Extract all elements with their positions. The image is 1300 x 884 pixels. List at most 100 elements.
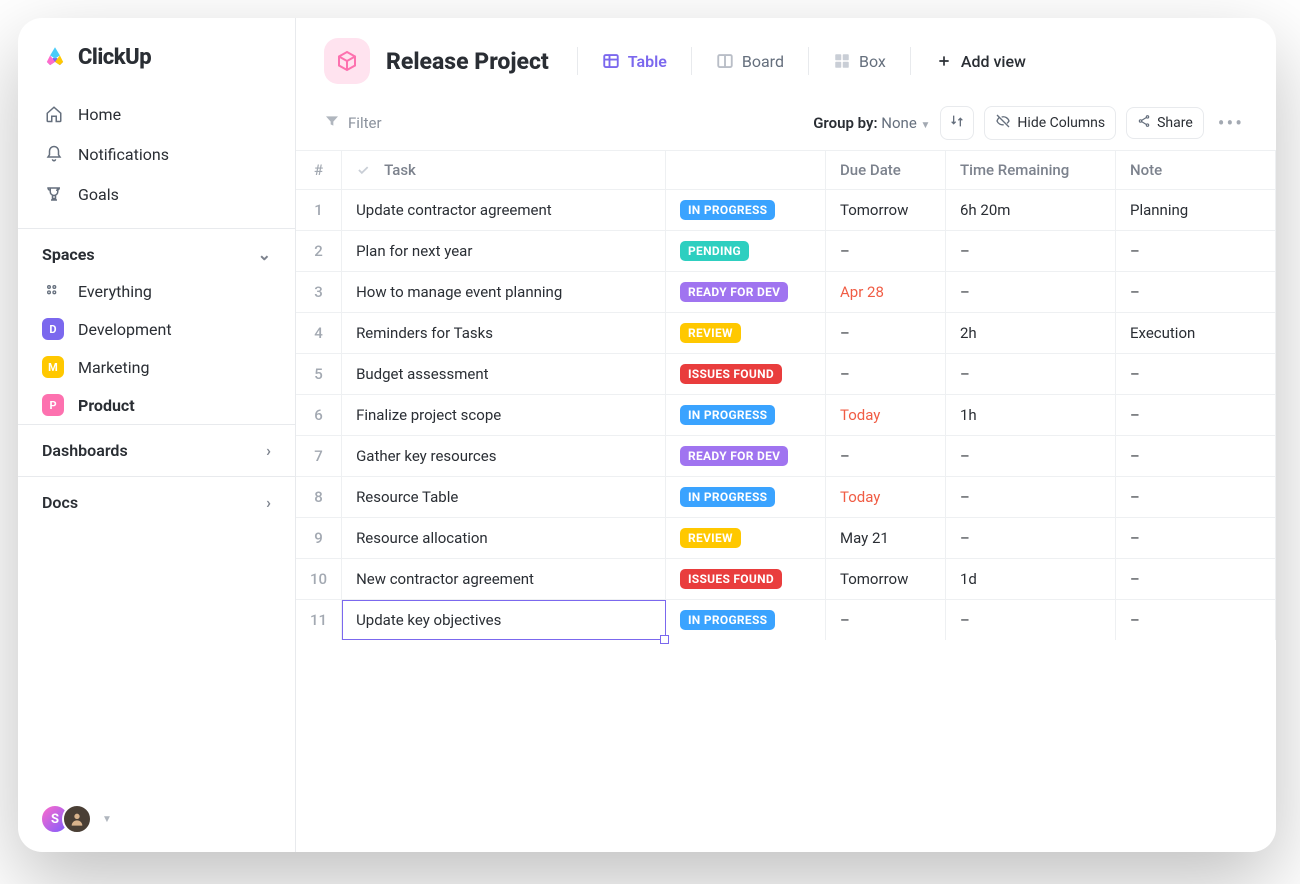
- cell-task[interactable]: Reminders for Tasks: [342, 313, 666, 354]
- logo[interactable]: ClickUp: [18, 32, 295, 90]
- table-row[interactable]: 9Resource allocationREVIEWMay 21––: [296, 518, 1276, 559]
- col-header-due[interactable]: Due Date: [826, 151, 946, 190]
- cell-time-remaining[interactable]: –: [946, 354, 1116, 395]
- cell-note[interactable]: –: [1116, 518, 1276, 559]
- space-item-development[interactable]: DDevelopment: [18, 310, 295, 348]
- filter-button[interactable]: Filter: [324, 113, 382, 133]
- cell-status[interactable]: REVIEW: [666, 518, 826, 559]
- cell-note[interactable]: –: [1116, 272, 1276, 313]
- cell-note[interactable]: –: [1116, 354, 1276, 395]
- cell-task[interactable]: New contractor agreement: [342, 559, 666, 600]
- cell-due-date[interactable]: Tomorrow: [826, 190, 946, 231]
- cell-note[interactable]: –: [1116, 477, 1276, 518]
- cell-time-remaining[interactable]: 1d: [946, 559, 1116, 600]
- sidebar-footer[interactable]: S ▼: [18, 786, 295, 852]
- cell-note[interactable]: –: [1116, 600, 1276, 641]
- cell-task[interactable]: How to manage event planning: [342, 272, 666, 313]
- table-row[interactable]: 7Gather key resourcesREADY FOR DEV–––: [296, 436, 1276, 477]
- sidebar-dashboards[interactable]: Dashboards ›: [18, 424, 295, 476]
- view-tab-table[interactable]: Table: [592, 46, 677, 77]
- col-header-task[interactable]: Task: [342, 151, 666, 190]
- cell-task[interactable]: Budget assessment: [342, 354, 666, 395]
- cell-status[interactable]: IN PROGRESS: [666, 395, 826, 436]
- view-tab-board[interactable]: Board: [706, 46, 794, 77]
- cell-note[interactable]: Execution: [1116, 313, 1276, 354]
- col-header-status[interactable]: [666, 151, 826, 190]
- cell-due-date[interactable]: Today: [826, 477, 946, 518]
- cell-status[interactable]: ISSUES FOUND: [666, 354, 826, 395]
- box-icon: [833, 52, 851, 70]
- spaces-header[interactable]: Spaces ⌄: [18, 228, 295, 272]
- cell-due-date[interactable]: –: [826, 436, 946, 477]
- cell-due-date[interactable]: Tomorrow: [826, 559, 946, 600]
- cell-task[interactable]: Update key objectives: [342, 600, 666, 641]
- cell-status[interactable]: REVIEW: [666, 313, 826, 354]
- cell-note[interactable]: –: [1116, 395, 1276, 436]
- cell-task[interactable]: Resource Table: [342, 477, 666, 518]
- main: Release Project Table Board Box Add view: [296, 18, 1276, 852]
- cell-due-date[interactable]: –: [826, 313, 946, 354]
- table-row[interactable]: 11Update key objectivesIN PROGRESS–––: [296, 600, 1276, 641]
- cell-time-remaining[interactable]: –: [946, 231, 1116, 272]
- cell-status[interactable]: IN PROGRESS: [666, 477, 826, 518]
- table-row[interactable]: 1Update contractor agreementIN PROGRESST…: [296, 190, 1276, 231]
- col-header-time[interactable]: Time Remaining: [946, 151, 1116, 190]
- cell-task[interactable]: Gather key resources: [342, 436, 666, 477]
- table-row[interactable]: 4Reminders for TasksREVIEW–2hExecution: [296, 313, 1276, 354]
- cell-status[interactable]: IN PROGRESS: [666, 190, 826, 231]
- cell-time-remaining[interactable]: 2h: [946, 313, 1116, 354]
- cell-due-date[interactable]: –: [826, 354, 946, 395]
- share-button[interactable]: Share: [1126, 107, 1204, 139]
- table-row[interactable]: 8Resource TableIN PROGRESSToday––: [296, 477, 1276, 518]
- project-icon[interactable]: [324, 38, 370, 84]
- view-tab-box[interactable]: Box: [823, 46, 896, 77]
- table-row[interactable]: 3How to manage event planningREADY FOR D…: [296, 272, 1276, 313]
- cell-note[interactable]: –: [1116, 231, 1276, 272]
- cell-note[interactable]: Planning: [1116, 190, 1276, 231]
- hide-columns-button[interactable]: Hide Columns: [984, 106, 1116, 140]
- space-item-marketing[interactable]: MMarketing: [18, 348, 295, 386]
- spaces-header-label: Spaces: [42, 245, 95, 264]
- col-header-number[interactable]: #: [296, 151, 342, 190]
- table-row[interactable]: 6Finalize project scopeIN PROGRESSToday1…: [296, 395, 1276, 436]
- cell-time-remaining[interactable]: –: [946, 272, 1116, 313]
- more-menu-button[interactable]: •••: [1214, 111, 1248, 135]
- cell-note[interactable]: –: [1116, 559, 1276, 600]
- table-row[interactable]: 2Plan for next yearPENDING–––: [296, 231, 1276, 272]
- space-item-product[interactable]: PProduct: [18, 386, 295, 424]
- cell-task[interactable]: Finalize project scope: [342, 395, 666, 436]
- cell-time-remaining[interactable]: 6h 20m: [946, 190, 1116, 231]
- col-header-note[interactable]: Note: [1116, 151, 1276, 190]
- cell-time-remaining[interactable]: –: [946, 436, 1116, 477]
- cell-due-date[interactable]: May 21: [826, 518, 946, 559]
- cell-note[interactable]: –: [1116, 436, 1276, 477]
- cell-task[interactable]: Update contractor agreement: [342, 190, 666, 231]
- cell-status[interactable]: IN PROGRESS: [666, 600, 826, 641]
- sort-button[interactable]: [940, 106, 974, 140]
- avatar[interactable]: [62, 804, 92, 834]
- cell-number: 11: [296, 600, 342, 641]
- cell-status[interactable]: ISSUES FOUND: [666, 559, 826, 600]
- cell-time-remaining[interactable]: –: [946, 477, 1116, 518]
- sidebar-docs[interactable]: Docs ›: [18, 476, 295, 528]
- space-everything[interactable]: Everything: [18, 272, 295, 310]
- cell-status[interactable]: READY FOR DEV: [666, 272, 826, 313]
- cell-time-remaining[interactable]: –: [946, 518, 1116, 559]
- nav-home[interactable]: Home: [30, 94, 283, 134]
- nav-notifications[interactable]: Notifications: [30, 134, 283, 174]
- add-view-button[interactable]: Add view: [925, 46, 1036, 77]
- cell-due-date[interactable]: Today: [826, 395, 946, 436]
- cell-time-remaining[interactable]: 1h: [946, 395, 1116, 436]
- nav-goals[interactable]: Goals: [30, 174, 283, 214]
- cell-due-date[interactable]: –: [826, 231, 946, 272]
- cell-due-date[interactable]: –: [826, 600, 946, 641]
- cell-status[interactable]: READY FOR DEV: [666, 436, 826, 477]
- table-row[interactable]: 5Budget assessmentISSUES FOUND–––: [296, 354, 1276, 395]
- cell-task[interactable]: Resource allocation: [342, 518, 666, 559]
- table-row[interactable]: 10New contractor agreementISSUES FOUNDTo…: [296, 559, 1276, 600]
- cell-status[interactable]: PENDING: [666, 231, 826, 272]
- cell-time-remaining[interactable]: –: [946, 600, 1116, 641]
- cell-due-date[interactable]: Apr 28: [826, 272, 946, 313]
- groupby-dropdown[interactable]: Group by: None ▼: [813, 114, 930, 132]
- cell-task[interactable]: Plan for next year: [342, 231, 666, 272]
